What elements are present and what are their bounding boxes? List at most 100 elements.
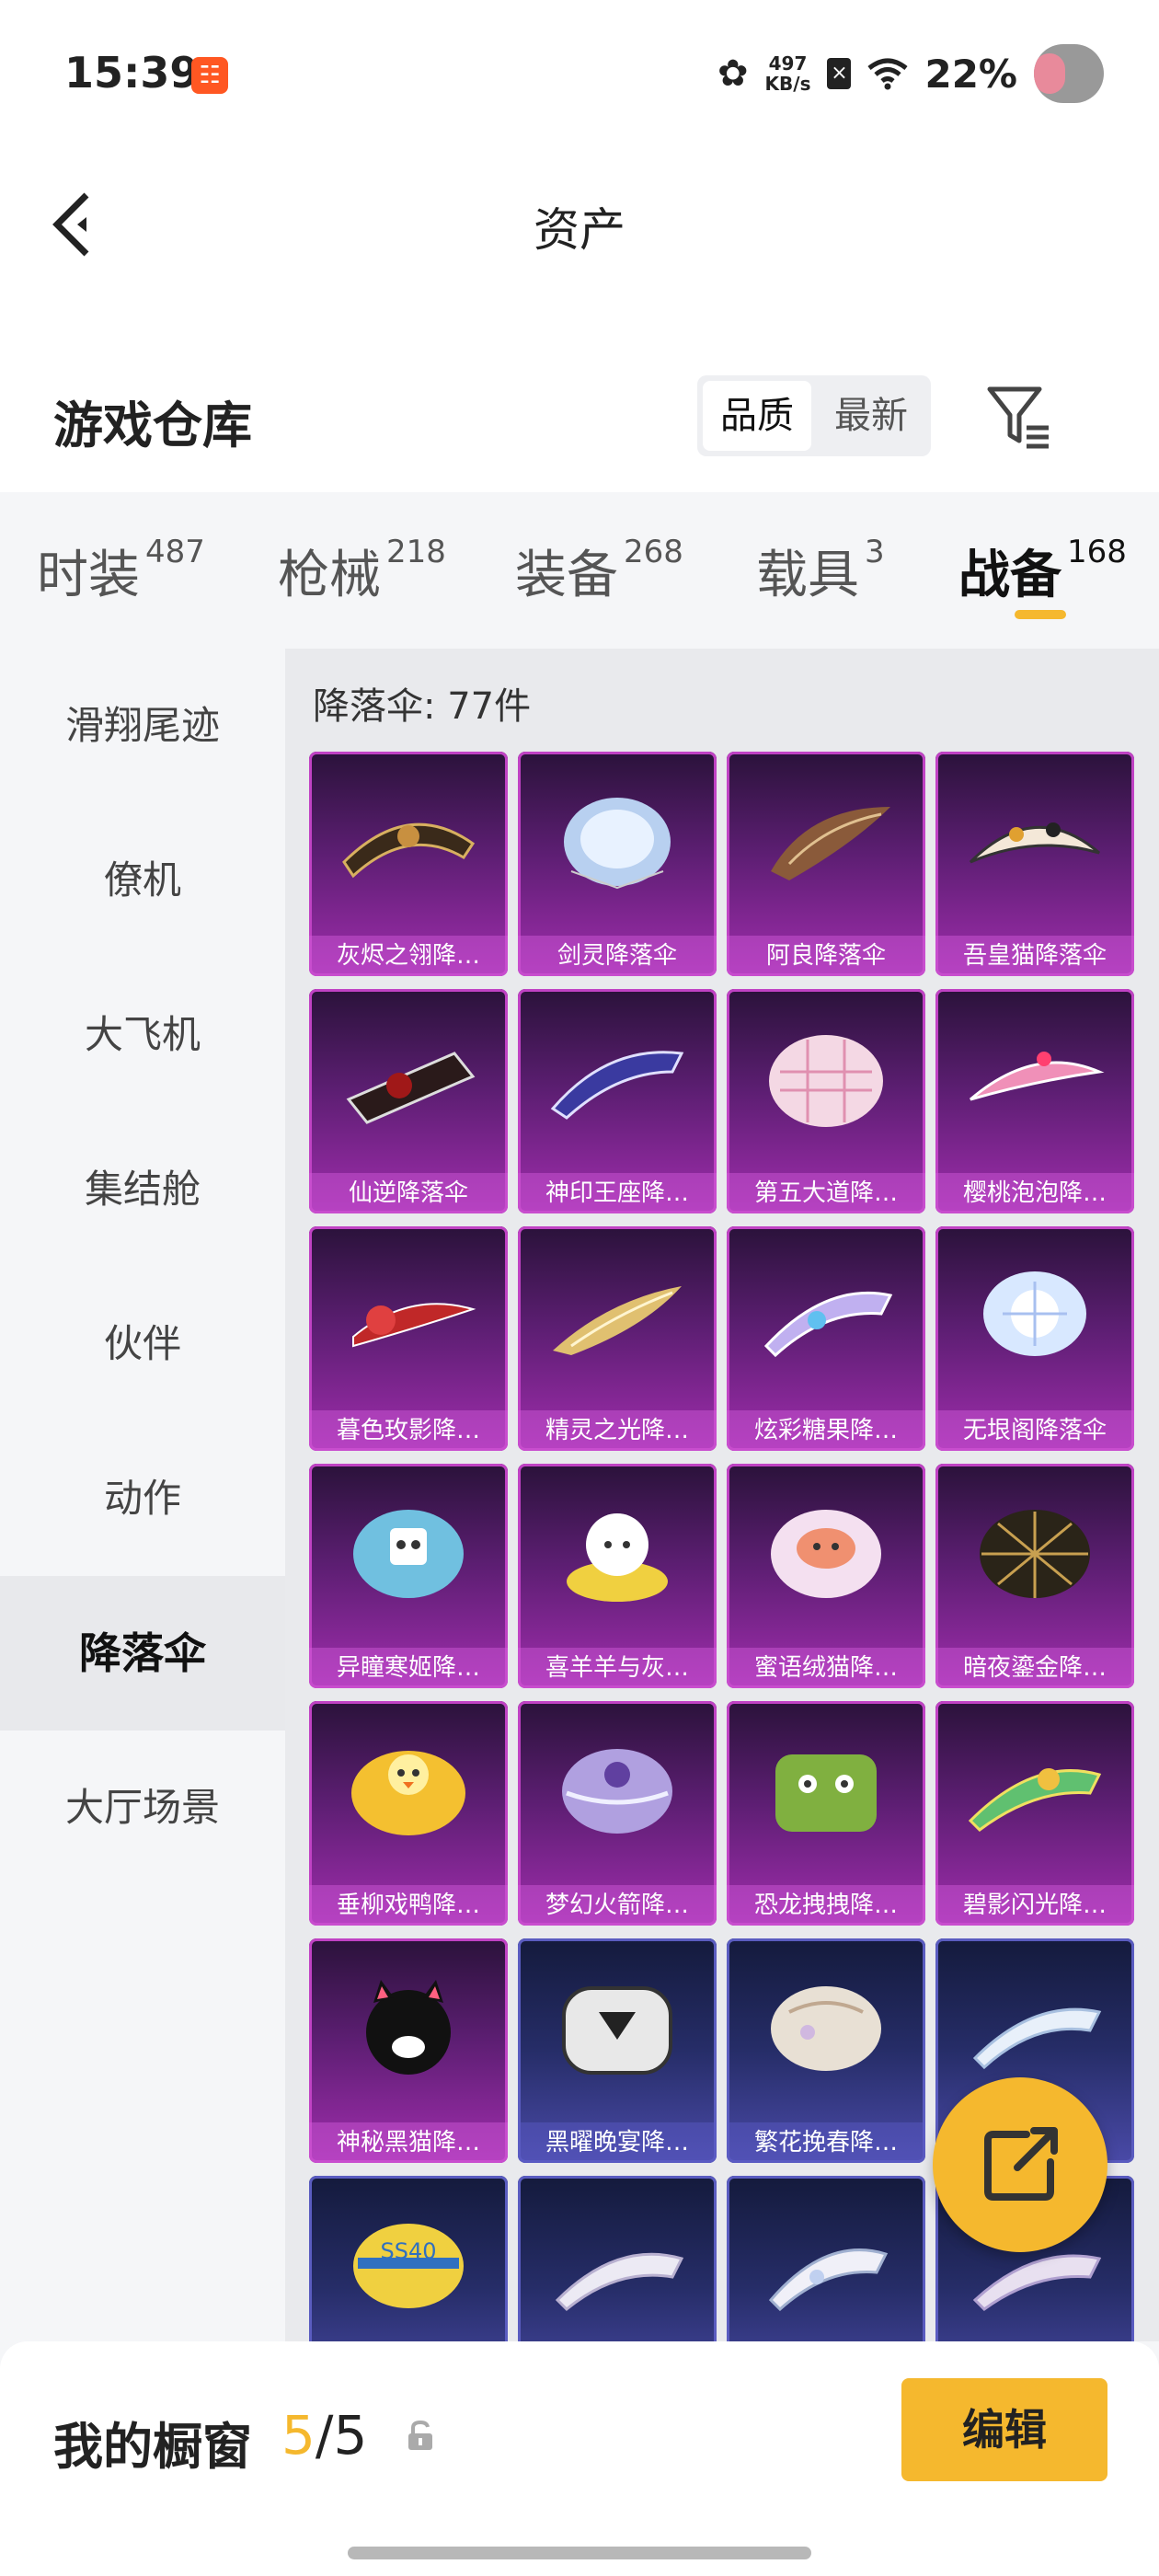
sidebar-item-assembly-pod[interactable]: 集结舱 bbox=[0, 1112, 285, 1267]
parachute-image bbox=[544, 788, 691, 899]
sidebar-item-lobby-scene[interactable]: 大厅场景 bbox=[0, 1731, 285, 1885]
parachute-card[interactable]: 恐龙拽拽降… bbox=[727, 1701, 925, 1926]
parachute-card[interactable]: 碧影闪光降… bbox=[935, 1701, 1134, 1926]
header: 资产 bbox=[0, 147, 1159, 304]
flower-icon: ✿ bbox=[717, 52, 749, 95]
wifi-icon bbox=[867, 58, 909, 90]
sort-toggle: 品质 最新 bbox=[697, 375, 931, 456]
parachute-image bbox=[544, 1501, 691, 1611]
parachute-card[interactable]: 繁花挽春降… bbox=[727, 1938, 925, 2163]
parachute-image bbox=[961, 788, 1108, 899]
parachute-card[interactable]: 吾皇猫降落伞 bbox=[935, 752, 1134, 976]
parachute-name: 神印王座降… bbox=[518, 1173, 717, 1213]
parachute-image bbox=[335, 1501, 482, 1611]
sidebar-item-glide-trail[interactable]: 滑翔尾迹 bbox=[0, 649, 285, 803]
warehouse-row: 游戏仓库 品质 最新 bbox=[0, 304, 1159, 492]
parachute-card[interactable]: 喜羊羊与灰… bbox=[518, 1464, 717, 1688]
parachute-name: 樱桃泡泡降… bbox=[935, 1173, 1134, 1213]
tab-weapons[interactable]: 枪械 218 bbox=[278, 534, 446, 608]
parachute-image: SS40 bbox=[335, 2213, 482, 2323]
filter-button[interactable] bbox=[984, 382, 1054, 452]
parachute-card[interactable]: 阿良降落伞 bbox=[727, 752, 925, 976]
sidebar-item-partner[interactable]: 伙伴 bbox=[0, 1267, 285, 1421]
bottom-bar: 我的橱窗 5/5 编辑 bbox=[0, 2341, 1159, 2576]
parachute-card[interactable]: 垂柳戏鸭降… bbox=[309, 1701, 508, 1926]
sidebar-item-wingman[interactable]: 僚机 bbox=[0, 803, 285, 958]
parachute-name: 喜羊羊与灰… bbox=[518, 1648, 717, 1688]
parachute-card[interactable]: 神秘黑猫降… bbox=[309, 1938, 508, 2163]
parachute-card[interactable]: 黑曜晚宴降… bbox=[518, 1938, 717, 2163]
parachute-card[interactable]: 暮色玫影降… bbox=[309, 1226, 508, 1451]
parachute-card[interactable] bbox=[518, 2176, 717, 2341]
tab-equipment[interactable]: 装备 268 bbox=[515, 534, 683, 608]
page-title: 资产 bbox=[534, 203, 625, 257]
parachute-image bbox=[961, 1501, 1108, 1611]
parachute-name: 神秘黑猫降… bbox=[309, 2122, 508, 2163]
parachute-card[interactable]: 暗夜鎏金降… bbox=[935, 1464, 1134, 1688]
parachute-card[interactable]: 精灵之光降… bbox=[518, 1226, 717, 1451]
filter-icon bbox=[987, 386, 1049, 449]
share-icon bbox=[984, 2127, 1058, 2201]
edit-button[interactable]: 编辑 bbox=[901, 2378, 1107, 2481]
sort-option-quality[interactable]: 品质 bbox=[703, 381, 811, 451]
parachute-card[interactable]: 仙逆降落伞 bbox=[309, 989, 508, 1213]
parachute-image bbox=[961, 1975, 1108, 2086]
parachute-name: 无垠阁降落伞 bbox=[935, 1410, 1134, 1451]
parachute-card[interactable]: 蜜语绒猫降… bbox=[727, 1464, 925, 1688]
parachute-image bbox=[752, 1263, 900, 1374]
parachute-image bbox=[544, 2213, 691, 2323]
tab-vehicles[interactable]: 载具 3 bbox=[756, 534, 885, 608]
parachute-image bbox=[335, 788, 482, 899]
parachute-name: 恐龙拽拽降… bbox=[727, 1885, 925, 1926]
parachute-name: 阿良降落伞 bbox=[727, 936, 925, 976]
parachute-card[interactable] bbox=[727, 2176, 925, 2341]
parachute-name: 炫彩糖果降… bbox=[727, 1410, 925, 1451]
parachute-name: 黑曜晚宴降… bbox=[518, 2122, 717, 2163]
parachute-card[interactable]: 梦幻火箭降… bbox=[518, 1701, 717, 1926]
parachute-card[interactable]: SS40 bbox=[309, 2176, 508, 2341]
no-sim-icon: × bbox=[827, 58, 852, 89]
sidebar-item-big-plane[interactable]: 大飞机 bbox=[0, 958, 285, 1112]
parachute-card[interactable]: 灰烬之翎降… bbox=[309, 752, 508, 976]
parachute-name: 第五大道降… bbox=[727, 1173, 925, 1213]
parachute-name: 暗夜鎏金降… bbox=[935, 1648, 1134, 1688]
parachute-name: 仙逆降落伞 bbox=[309, 1173, 508, 1213]
parachute-card[interactable]: 第五大道降… bbox=[727, 989, 925, 1213]
parachute-image bbox=[961, 1263, 1108, 1374]
sidebar-item-parachute[interactable]: 降落伞 bbox=[0, 1576, 285, 1731]
parachute-image bbox=[335, 1975, 482, 2086]
parachute-name: 蜜语绒猫降… bbox=[727, 1648, 925, 1688]
parachute-image bbox=[752, 1738, 900, 1848]
category-tabs: 时装 487 枪械 218 装备 268 载具 3 战备 168 bbox=[0, 492, 1159, 649]
parachute-card[interactable]: 剑灵降落伞 bbox=[518, 752, 717, 976]
parachute-card[interactable]: 异瞳寒姬降… bbox=[309, 1464, 508, 1688]
parachute-card[interactable]: 樱桃泡泡降… bbox=[935, 989, 1134, 1213]
home-indicator bbox=[348, 2547, 811, 2559]
parachute-name: 精灵之光降… bbox=[518, 1410, 717, 1451]
parachute-image bbox=[335, 1026, 482, 1136]
status-time: 15:39 bbox=[64, 48, 200, 98]
sidebar: 滑翔尾迹 僚机 大飞机 集结舱 伙伴 动作 降落伞 大厅场景 bbox=[0, 649, 285, 2341]
share-button[interactable] bbox=[933, 2077, 1107, 2252]
parachute-name: 梦幻火箭降… bbox=[518, 1885, 717, 1926]
parachute-image bbox=[752, 2213, 900, 2323]
parachute-image bbox=[544, 1026, 691, 1136]
parachute-name: 灰烬之翎降… bbox=[309, 936, 508, 976]
sort-option-latest[interactable]: 最新 bbox=[817, 381, 925, 451]
sidebar-item-action[interactable]: 动作 bbox=[0, 1421, 285, 1576]
avatar bbox=[1034, 44, 1104, 103]
parachute-image bbox=[961, 1738, 1108, 1848]
parachute-name: 吾皇猫降落伞 bbox=[935, 936, 1134, 976]
battery-level: 22% bbox=[924, 51, 1017, 97]
tab-fashion[interactable]: 时装 487 bbox=[37, 534, 205, 608]
lock-icon bbox=[408, 2420, 432, 2450]
app-notification-icon: ☷ bbox=[191, 57, 228, 94]
parachute-card[interactable]: 无垠阁降落伞 bbox=[935, 1226, 1134, 1451]
parachute-card[interactable]: 炫彩糖果降… bbox=[727, 1226, 925, 1451]
parachute-image bbox=[544, 1738, 691, 1848]
parachute-image bbox=[752, 1026, 900, 1136]
parachute-card[interactable]: 神印王座降… bbox=[518, 989, 717, 1213]
showcase-count: 5/5 bbox=[281, 2404, 368, 2467]
tab-battle-prep[interactable]: 战备 168 bbox=[958, 534, 1127, 608]
parachute-image bbox=[335, 1263, 482, 1374]
